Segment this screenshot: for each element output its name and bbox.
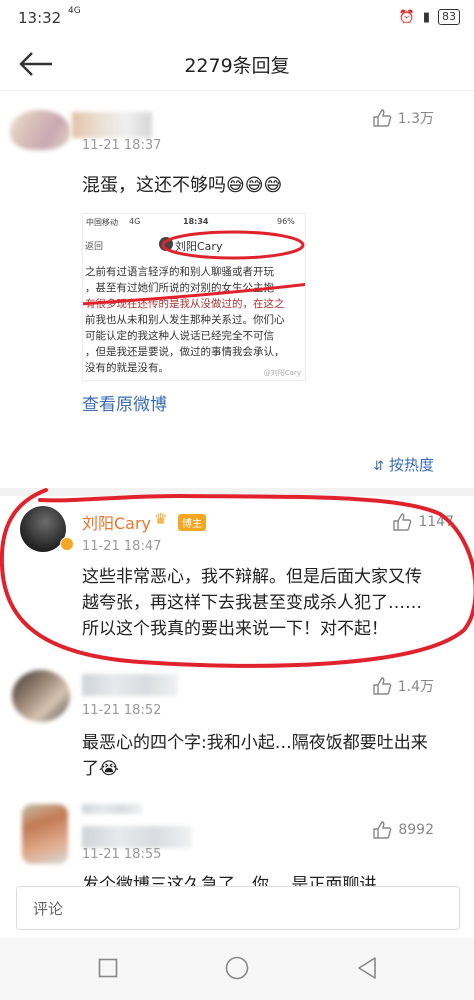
sweat-smile-emoji: 😅😅😅 (226, 175, 283, 196)
view-original-weibo-link[interactable]: 查看原微博 (82, 390, 167, 415)
network-indicator: 4G (68, 6, 81, 16)
avatar[interactable] (22, 804, 68, 864)
comment-placeholder: 评论 (33, 900, 64, 918)
avatar[interactable] (10, 110, 70, 150)
recent-apps-icon[interactable] (98, 958, 118, 978)
comment-time: 11-21 18:52 (82, 703, 162, 718)
embedded-highlight-marks (83, 230, 305, 306)
system-nav-bar (0, 938, 474, 1000)
comment-time: 11-21 18:55 (82, 847, 162, 862)
like-count: 1.3万 (397, 111, 434, 127)
thumbs-up-icon (373, 677, 392, 695)
section-divider (0, 488, 474, 496)
author-badge: 博主 (178, 514, 206, 531)
username[interactable]: 刘阳Cary (82, 510, 151, 534)
embedded-screenshot-image[interactable]: 中国移动 4G 18:34 96% 返回 刘阳Cary 之前有过语言轻浮的和别人… (82, 213, 306, 381)
comment-text: 混蛋，这还不够吗😅😅😅 (82, 172, 282, 199)
home-icon[interactable] (225, 956, 249, 980)
username-blurred[interactable] (82, 674, 178, 696)
thumbs-up-icon (373, 109, 392, 127)
signal-icon: ▮ (422, 9, 430, 25)
status-bar: 13:32 4G ⏰ ▮ 83 (0, 0, 474, 38)
sort-by-hot-button[interactable]: ⇵ 按热度 (373, 454, 434, 475)
like-button[interactable]: 1.4万 (372, 676, 434, 696)
verified-badge-icon (60, 537, 74, 551)
comment-input[interactable]: 评论 (16, 886, 460, 930)
thumbs-up-icon (373, 821, 392, 839)
comment-text-line: 越夸张，再这样下去我甚至变成杀人犯了…… (82, 593, 422, 613)
back-triangle-icon[interactable] (356, 956, 378, 980)
like-button[interactable]: 1147 (392, 512, 454, 532)
comment-text-line: 最恶心的四个字:我和小起…隔夜饭都要吐出来 (82, 733, 428, 753)
avatar[interactable] (12, 670, 70, 722)
comment-text-line: 所以这个我真的要出来说一下！对不起！ (82, 619, 388, 639)
comment-text-line: 了😭 (82, 759, 119, 779)
like-count: 1.4万 (397, 679, 434, 695)
alarm-icon: ⏰ (398, 9, 415, 25)
status-time: 13:32 (18, 9, 62, 27)
username-blurred[interactable] (82, 804, 142, 814)
username-blurred[interactable] (72, 112, 152, 138)
battery-indicator: 83 (438, 9, 460, 25)
like-button[interactable]: 1.3万 (372, 108, 434, 128)
crown-icon: ♛ (154, 510, 168, 528)
username-blurred[interactable] (82, 826, 192, 848)
sort-icon: ⇵ (373, 459, 385, 474)
comment-text-line: 这些非常恶心，我不辩解。但是后面大家又传 (82, 567, 422, 587)
comment-body: 混蛋，这还不够吗 (82, 175, 226, 196)
nav-bar: 2279条回复 (0, 38, 474, 91)
sort-label: 按热度 (388, 456, 434, 474)
page-title: 2279条回复 (184, 55, 290, 77)
like-button[interactable]: 8992 (372, 820, 434, 840)
thumbs-up-icon (393, 513, 412, 531)
comment-time: 11-21 18:47 (82, 539, 162, 554)
comment-time: 11-21 18:37 (82, 138, 162, 153)
like-count: 1147 (418, 514, 454, 530)
like-count: 8992 (398, 822, 434, 838)
